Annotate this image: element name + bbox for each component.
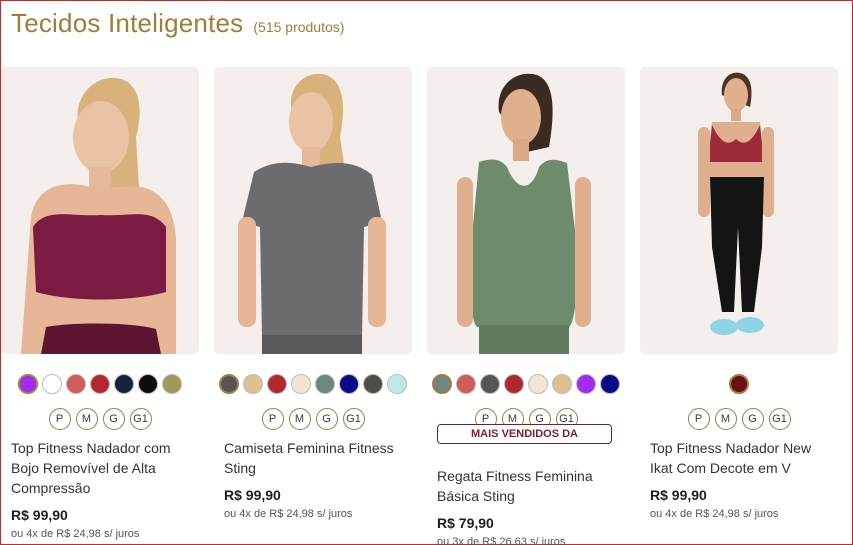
size-option-g[interactable]: G xyxy=(741,408,764,430)
color-swatch[interactable] xyxy=(600,374,620,394)
product-image[interactable] xyxy=(640,67,838,354)
color-swatch[interactable] xyxy=(18,374,38,394)
product-name[interactable]: Top Fitness Nadador New Ikat Com Decote … xyxy=(650,438,830,478)
color-swatch[interactable] xyxy=(291,374,311,394)
size-option-g1[interactable]: G1 xyxy=(129,408,152,430)
color-swatch[interactable] xyxy=(552,374,572,394)
color-swatch[interactable] xyxy=(432,374,452,394)
color-swatch[interactable] xyxy=(162,374,182,394)
color-swatch[interactable] xyxy=(66,374,86,394)
installments: ou 4x de R$ 24,98 s/ juros xyxy=(11,528,140,540)
product-name[interactable]: Top Fitness Nadador com Bojo Removível d… xyxy=(11,438,191,498)
size-option-p[interactable]: P xyxy=(687,408,710,430)
size-option-g[interactable]: G xyxy=(315,408,338,430)
color-swatches xyxy=(214,374,412,394)
color-swatch[interactable] xyxy=(387,374,407,394)
color-swatch[interactable] xyxy=(480,374,500,394)
color-swatch[interactable] xyxy=(219,374,239,394)
size-option-m[interactable]: M xyxy=(288,408,311,430)
product-price: R$ 99,90 xyxy=(224,487,281,503)
color-swatches xyxy=(640,374,838,394)
product-card[interactable]: P M G G1 MAIS VENDIDOS DA Regata Fitness… xyxy=(427,67,625,545)
product-card[interactable]: P M G G1 Camiseta Feminina Fitness Sting… xyxy=(214,67,412,520)
product-card[interactable]: P M G G1 Top Fitness Nadador com Bojo Re… xyxy=(1,67,199,540)
product-name[interactable]: Camiseta Feminina Fitness Sting xyxy=(224,438,404,478)
page-title: Tecidos Inteligentes xyxy=(11,8,244,38)
color-swatch[interactable] xyxy=(90,374,110,394)
installments: ou 4x de R$ 24,98 s/ juros xyxy=(650,508,779,520)
color-swatches xyxy=(427,374,625,394)
size-option-g1[interactable]: G1 xyxy=(342,408,365,430)
size-option-m[interactable]: M xyxy=(714,408,737,430)
size-option-p[interactable]: P xyxy=(261,408,284,430)
product-count: (515 produtos) xyxy=(253,19,345,35)
product-price: R$ 99,90 xyxy=(11,507,68,523)
size-option-p[interactable]: P xyxy=(48,408,71,430)
color-swatches xyxy=(1,374,199,394)
product-image[interactable] xyxy=(1,67,199,354)
color-swatch[interactable] xyxy=(729,374,749,394)
product-name[interactable]: Regata Fitness Feminina Básica Sting xyxy=(437,466,617,506)
color-swatch[interactable] xyxy=(576,374,596,394)
best-seller-badge: MAIS VENDIDOS DA xyxy=(437,424,612,444)
color-swatch[interactable] xyxy=(243,374,263,394)
size-options: P M G G1 xyxy=(640,408,838,430)
installments: ou 3x de R$ 26,63 s/ juros xyxy=(437,536,566,545)
size-options: P M G G1 xyxy=(214,408,412,430)
product-price: R$ 79,90 xyxy=(437,515,494,531)
color-swatch[interactable] xyxy=(267,374,287,394)
color-swatch[interactable] xyxy=(456,374,476,394)
color-swatch[interactable] xyxy=(504,374,524,394)
color-swatch[interactable] xyxy=(528,374,548,394)
category-header: Tecidos Inteligentes (515 produtos) xyxy=(11,8,344,39)
color-swatch[interactable] xyxy=(315,374,335,394)
product-price: R$ 99,90 xyxy=(650,487,707,503)
product-image[interactable] xyxy=(214,67,412,354)
size-option-g[interactable]: G xyxy=(102,408,125,430)
size-option-g1[interactable]: G1 xyxy=(768,408,791,430)
size-options: P M G G1 xyxy=(1,408,199,430)
installments: ou 4x de R$ 24,98 s/ juros xyxy=(224,508,353,520)
color-swatch[interactable] xyxy=(339,374,359,394)
product-card[interactable]: P M G G1 Top Fitness Nadador New Ikat Co… xyxy=(640,67,838,520)
product-image[interactable] xyxy=(427,67,625,354)
color-swatch[interactable] xyxy=(363,374,383,394)
color-swatch[interactable] xyxy=(138,374,158,394)
color-swatch[interactable] xyxy=(114,374,134,394)
color-swatch[interactable] xyxy=(42,374,62,394)
size-option-m[interactable]: M xyxy=(75,408,98,430)
